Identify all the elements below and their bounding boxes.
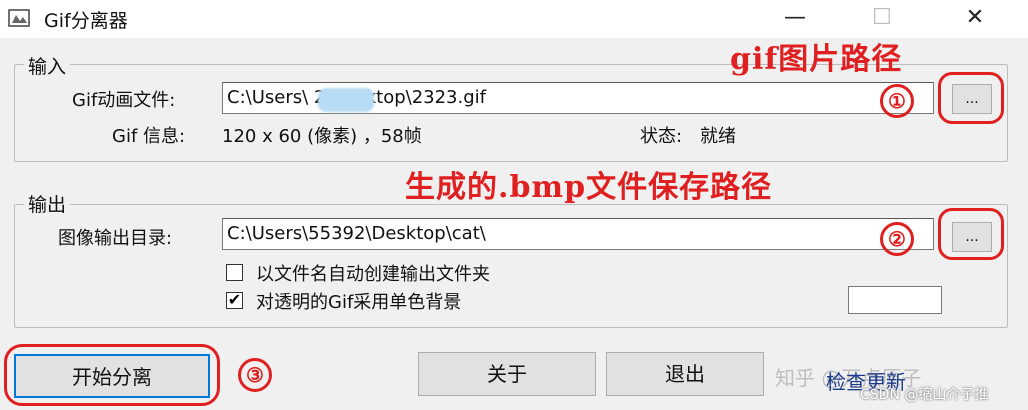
about-button[interactable]: 关于 xyxy=(418,352,596,396)
note-bmp-path: 生成的.bmp文件保存路径 xyxy=(405,170,773,205)
step-3-marker: ③ xyxy=(238,358,272,392)
csdn-watermark: CSDN @缩山介子推 xyxy=(860,387,989,403)
status-label: 状态: xyxy=(640,126,683,147)
title-bar: Gif分离器 — ☐ ✕ xyxy=(0,0,1028,38)
output-browse-highlight xyxy=(938,208,1004,260)
gif-file-label: Gif动画文件: xyxy=(72,90,176,111)
note-gif-path: gif图片路径 xyxy=(730,42,903,77)
start-button-highlight xyxy=(4,344,220,406)
app-icon xyxy=(8,9,30,27)
redaction-blur xyxy=(318,88,374,112)
single-color-bg-checkbox[interactable]: ✔ xyxy=(226,292,243,309)
output-group-legend: 输出 xyxy=(24,190,71,217)
gif-info-label: Gif 信息: xyxy=(112,126,186,147)
auto-folder-label[interactable]: 以文件名自动创建输出文件夹 xyxy=(256,260,490,286)
output-dir-field[interactable]: C:\Users\55392\Desktop\cat\ xyxy=(222,218,934,250)
window-title: Gif分离器 xyxy=(44,10,128,32)
single-color-bg-label[interactable]: 对透明的Gif采用单色背景 xyxy=(256,288,461,314)
minimize-icon[interactable]: — xyxy=(775,4,815,32)
input-group-legend: 输入 xyxy=(24,52,71,79)
gif-info-value: 120 x 60 (像素) ，58帧 xyxy=(222,126,422,147)
output-dir-label: 图像输出目录: xyxy=(58,228,173,249)
close-icon[interactable]: ✕ xyxy=(955,4,995,32)
exit-button[interactable]: 退出 xyxy=(606,352,764,396)
auto-folder-checkbox[interactable] xyxy=(226,264,243,281)
maximize-icon[interactable]: ☐ xyxy=(862,4,902,32)
status-value: 就绪 xyxy=(700,126,736,147)
step-2-marker: ② xyxy=(880,222,914,256)
step-1-marker: ① xyxy=(880,84,914,118)
gif-browse-highlight xyxy=(938,72,1004,124)
background-color-swatch[interactable] xyxy=(848,286,942,314)
